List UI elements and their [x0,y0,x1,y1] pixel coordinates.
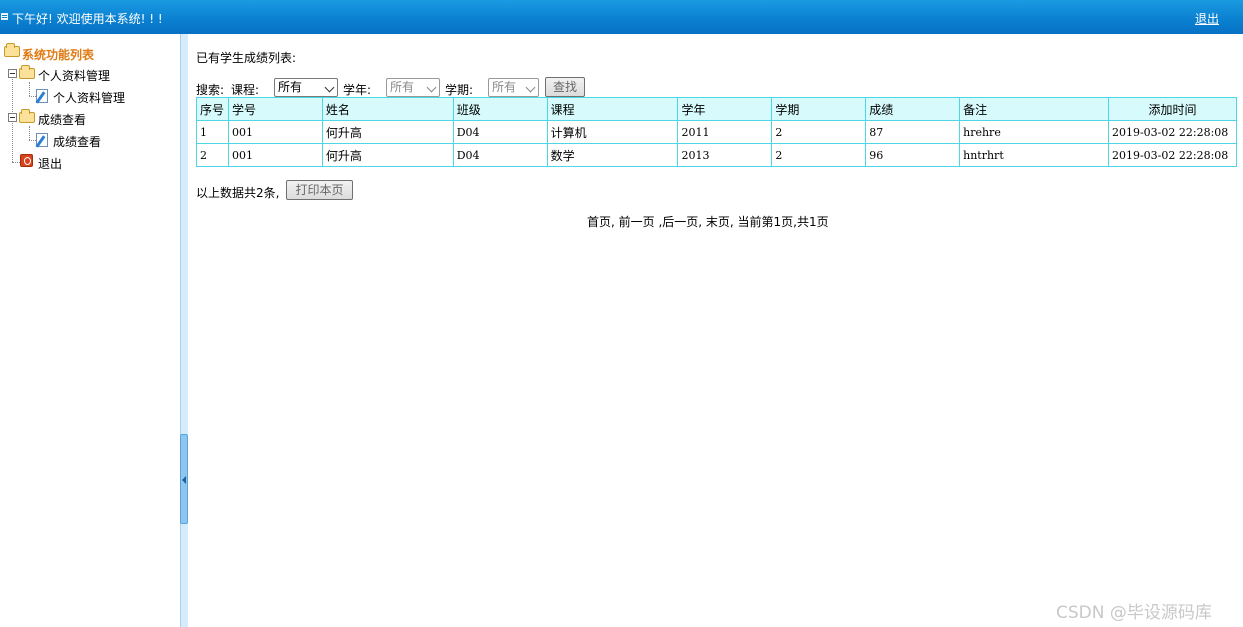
print-page-button[interactable]: 打印本页 [286,180,353,200]
logout-link[interactable]: 退出 [1195,10,1219,27]
table-row: 1 001 何升高 D04 计算机 2011 2 87 hrehre 2019-… [196,120,1238,144]
table-cell: 2019-03-02 22:28:08 [1107,120,1238,144]
top-header-bar: 下午好! 欢迎使用本系统! ! ! 退出 [0,0,1243,34]
term-select[interactable]: 所有 [488,78,539,97]
table-cell: 001 [227,120,323,144]
column-header: 添加时间 [1107,97,1238,121]
greeting-text: 下午好! 欢迎使用本系统! ! ! [12,12,163,26]
table-cell: hntrhrt [959,143,1109,167]
tree-connector [29,140,36,141]
collapse-toggle-icon[interactable] [8,113,17,122]
column-header: 成绩 [865,97,961,121]
course-select-value: 所有 [278,80,303,94]
table-cell: 计算机 [546,120,679,144]
term-select-value: 所有 [492,80,517,94]
column-header: 学期 [771,97,867,121]
column-header: 班级 [452,97,548,121]
pagination[interactable]: 首页, 前一页 ,后一页, 末页, 当前第1页,共1页 [587,213,829,230]
table-cell: 001 [227,143,323,167]
column-header: 姓名 [321,97,454,121]
year-select[interactable]: 所有 [386,78,440,97]
folder-open-icon [19,109,35,123]
tree-connector [12,162,20,163]
sidebar-item-profile[interactable]: 个人资料管理 [53,89,125,106]
table-cell: hrehre [959,120,1109,144]
sidebar-group-profile[interactable]: 个人资料管理 [38,67,110,84]
collapse-arrow-icon [182,476,186,484]
exit-icon [20,154,33,167]
sidebar-group-grades[interactable]: 成绩查看 [38,111,86,128]
chevron-down-icon [324,82,335,93]
table-cell: 数学 [546,143,679,167]
table-cell: 2011 [677,120,773,144]
table-cell: 96 [865,143,961,167]
table-header-row: 序号 学号 姓名 班级 课程 学年 学期 成绩 备注 添加时间 [196,97,1238,121]
tree-connector [29,126,30,140]
record-count: 以上数据共2条, [196,184,279,201]
menu-icon [1,13,8,20]
term-label: 学期: [445,83,474,97]
grades-table: 序号 学号 姓名 班级 课程 学年 学期 成绩 备注 添加时间 1 001 何升… [196,97,1238,167]
table-cell: 何升高 [321,120,454,144]
sidebar-item-exit[interactable]: 退出 [38,155,62,172]
column-header: 课程 [546,97,679,121]
page-title: 已有学生成绩列表: [196,51,297,65]
chevron-down-icon [525,82,536,93]
edit-document-icon [36,133,48,147]
column-header: 序号 [196,97,229,121]
folder-open-icon [4,43,20,57]
table-cell: 1 [196,120,229,144]
record-count-text: 以上数据共2条, [196,186,280,200]
course-select[interactable]: 所有 [274,78,338,97]
folder-open-icon [19,65,35,79]
collapse-toggle-icon[interactable] [8,69,17,78]
sidebar-splitter [180,34,188,627]
table-cell: 2013 [677,143,773,167]
sidebar-item-grades[interactable]: 成绩查看 [53,133,101,150]
table-cell: 87 [865,120,961,144]
table-cell: 2 [196,143,229,167]
watermark: CSDN @毕设源码库 [1056,603,1212,623]
find-button[interactable]: 查找 [545,77,585,97]
table-row: 2 001 何升高 D04 数学 2013 2 96 hntrhrt 2019-… [196,143,1238,167]
table-cell: 2 [771,143,867,167]
sidebar-tree: 系统功能列表 个人资料管理 个人资料管理 成绩查看 成绩查看 退出 [0,34,180,627]
chevron-down-icon [426,82,437,93]
table-cell: 2 [771,120,867,144]
table-cell: D04 [452,120,548,144]
year-label: 学年: [343,83,372,97]
edit-document-icon [36,89,48,103]
sidebar-collapse-handle[interactable] [180,434,188,524]
tree-connector [29,96,36,97]
column-header: 学年 [677,97,773,121]
column-header: 学号 [227,97,323,121]
column-header: 备注 [959,97,1109,121]
year-select-value: 所有 [390,80,415,94]
course-label: 课程: [231,83,260,97]
table-cell: 何升高 [321,143,454,167]
search-label: 搜索: [196,83,225,97]
table-cell: 2019-03-02 22:28:08 [1107,143,1238,167]
tree-connector [29,82,30,96]
tree-root-label[interactable]: 系统功能列表 [22,46,94,63]
table-cell: D04 [452,143,548,167]
